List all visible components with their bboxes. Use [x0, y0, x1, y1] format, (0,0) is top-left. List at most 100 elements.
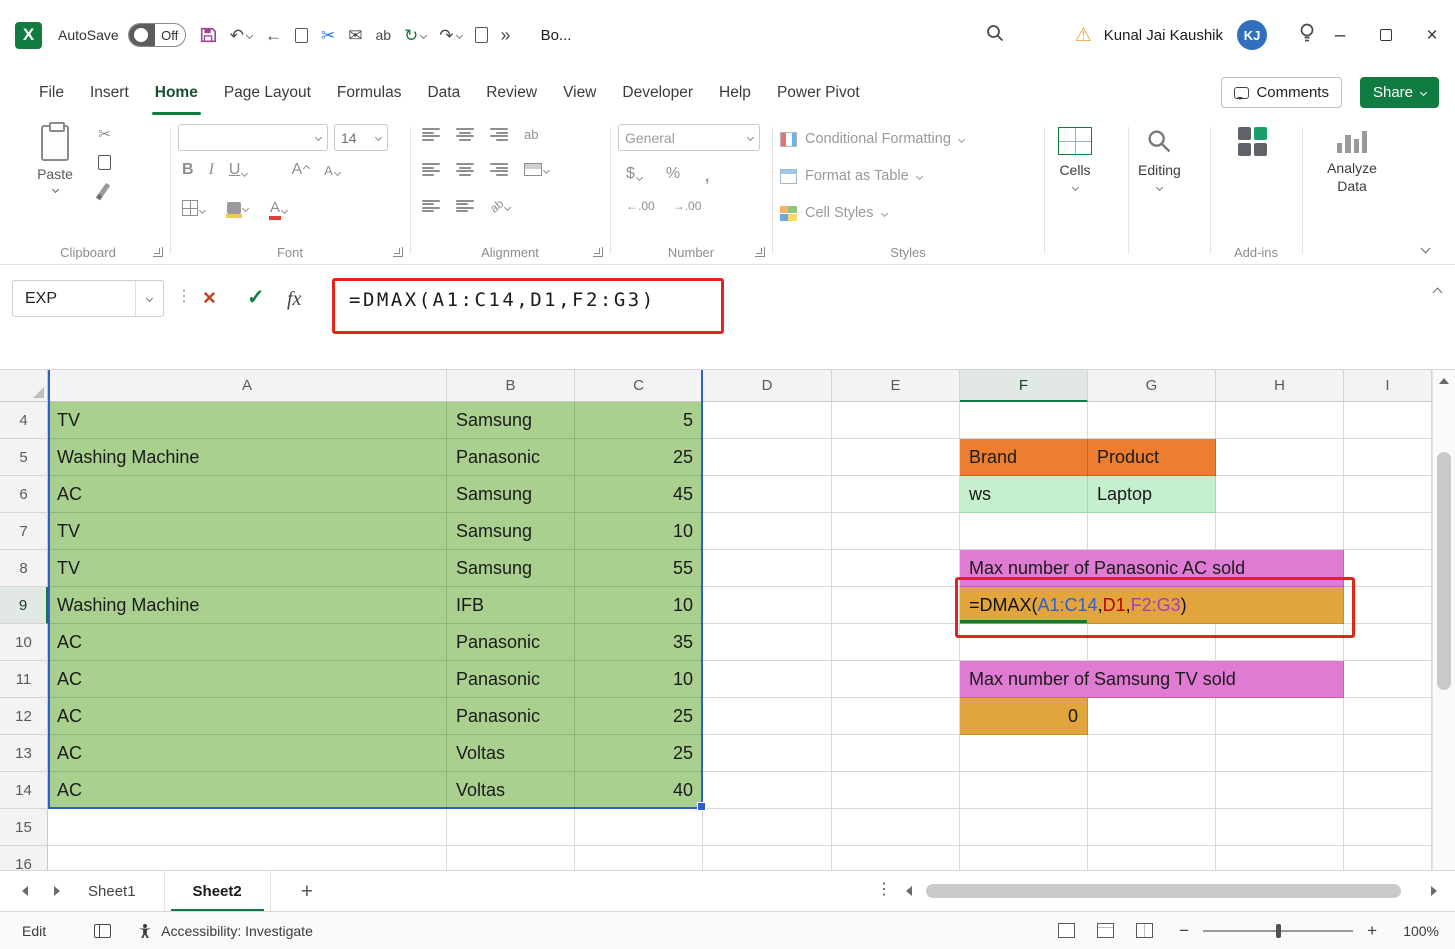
tab-power-pivot[interactable]: Power Pivot — [764, 70, 873, 115]
alignment-dialog-launcher-icon[interactable] — [593, 247, 603, 257]
cell-A11[interactable]: AC — [48, 661, 447, 698]
row-header-14[interactable]: 14 — [0, 772, 48, 809]
cell-I12[interactable] — [1344, 698, 1432, 735]
name-box-splitter-icon[interactable]: ⋮ — [176, 289, 192, 305]
sheet-tab-sheet2[interactable]: Sheet2 — [165, 871, 271, 912]
select-all-corner[interactable] — [0, 370, 48, 402]
row-header-6[interactable]: 6 — [0, 476, 48, 513]
tab-developer[interactable]: Developer — [609, 70, 706, 115]
tab-review[interactable]: Review — [473, 70, 550, 115]
cell-B11[interactable]: Panasonic — [447, 661, 575, 698]
cell-I10[interactable] — [1344, 624, 1432, 661]
cell-G4[interactable] — [1088, 402, 1216, 439]
cell-A9[interactable]: Washing Machine — [48, 587, 447, 624]
user-name[interactable]: Kunal Jai Kaushik — [1104, 27, 1223, 44]
cell-G10[interactable] — [1088, 624, 1216, 661]
cell-I7[interactable] — [1344, 513, 1432, 550]
increase-font-icon[interactable]: A — [291, 161, 309, 179]
decrease-decimal-icon[interactable]: →.00 — [673, 199, 702, 213]
cell-E7[interactable] — [832, 513, 960, 550]
fill-color-icon[interactable] — [227, 202, 248, 214]
font-size-combo[interactable]: 14 — [334, 124, 388, 151]
paste-button[interactable]: Paste — [26, 125, 84, 192]
zoom-out-icon[interactable]: − — [1179, 922, 1189, 939]
number-dialog-launcher-icon[interactable] — [755, 247, 765, 257]
cell-H12[interactable] — [1216, 698, 1344, 735]
cell-C4[interactable]: 5 — [575, 402, 703, 439]
horizontal-scrollbar[interactable] — [906, 881, 1437, 901]
macro-record-icon[interactable] — [94, 924, 111, 938]
cancel-entry-icon[interactable]: × — [203, 287, 216, 309]
cell-B5[interactable]: Panasonic — [447, 439, 575, 476]
new-document-icon[interactable] — [475, 27, 488, 43]
cell-D4[interactable] — [703, 402, 832, 439]
cell-B16[interactable] — [447, 846, 575, 870]
cell-F12[interactable]: 0 — [960, 698, 1088, 735]
cell-A5[interactable]: Washing Machine — [48, 439, 447, 476]
align-top-icon[interactable] — [422, 128, 440, 141]
name-box-chevron-icon[interactable] — [135, 281, 163, 316]
cell-F5[interactable]: Brand — [960, 439, 1088, 476]
analyze-data-button[interactable]: Analyze Data — [1318, 127, 1386, 195]
cell-A14[interactable]: AC — [48, 772, 447, 809]
cell-E12[interactable] — [832, 698, 960, 735]
increase-decimal-icon[interactable]: ←.00 — [626, 199, 655, 213]
horizontal-scroll-thumb[interactable] — [926, 884, 1401, 898]
collapse-formula-bar-icon[interactable] — [1433, 288, 1443, 298]
vertical-scrollbar[interactable] — [1432, 370, 1455, 870]
tab-view[interactable]: View — [550, 70, 609, 115]
format-painter-icon[interactable] — [99, 183, 111, 197]
cell-D6[interactable] — [703, 476, 832, 513]
cell-H13[interactable] — [1216, 735, 1344, 772]
cell-G15[interactable] — [1088, 809, 1216, 846]
insert-function-icon[interactable]: fx — [287, 289, 301, 309]
underline-button[interactable]: U — [229, 161, 248, 179]
align-center-icon[interactable] — [456, 163, 474, 176]
cell-F10[interactable] — [960, 624, 1088, 661]
zoom-slider[interactable] — [1203, 930, 1353, 932]
cell-A4[interactable]: TV — [48, 402, 447, 439]
cell-C6[interactable]: 45 — [575, 476, 703, 513]
cell-C12[interactable]: 25 — [575, 698, 703, 735]
cell-E11[interactable] — [832, 661, 960, 698]
cell-D12[interactable] — [703, 698, 832, 735]
minimize-button[interactable]: – — [1317, 0, 1363, 70]
find-replace-icon[interactable]: ab — [375, 28, 391, 42]
column-header-F[interactable]: F — [960, 370, 1088, 402]
scroll-up-icon[interactable] — [1439, 378, 1449, 384]
align-right-icon[interactable] — [490, 163, 508, 176]
cell-B6[interactable]: Samsung — [447, 476, 575, 513]
cell-H6[interactable] — [1216, 476, 1344, 513]
font-color-icon[interactable]: A — [270, 199, 287, 216]
mail-icon[interactable]: ✉ — [348, 27, 362, 44]
horizontal-scroll-track[interactable] — [920, 883, 1423, 899]
normal-view-icon[interactable] — [1058, 923, 1075, 938]
cell-D14[interactable] — [703, 772, 832, 809]
align-bottom-icon[interactable] — [490, 128, 508, 141]
lightbulb-icon[interactable] — [1297, 22, 1317, 49]
cell-B14[interactable]: Voltas — [447, 772, 575, 809]
cell-C7[interactable]: 10 — [575, 513, 703, 550]
page-layout-view-icon[interactable] — [1097, 923, 1114, 938]
cell-A12[interactable]: AC — [48, 698, 447, 735]
row-header-5[interactable]: 5 — [0, 439, 48, 476]
row-header-11[interactable]: 11 — [0, 661, 48, 698]
new-sheet-button[interactable]: + — [301, 881, 313, 902]
cell-C8[interactable]: 55 — [575, 550, 703, 587]
cell-D8[interactable] — [703, 550, 832, 587]
cell-E14[interactable] — [832, 772, 960, 809]
cell-D7[interactable] — [703, 513, 832, 550]
cell-C16[interactable] — [575, 846, 703, 870]
clipboard-dialog-launcher-icon[interactable] — [153, 247, 163, 257]
percent-style-icon[interactable]: % — [666, 165, 680, 183]
row-header-16[interactable]: 16 — [0, 846, 48, 870]
cell-E10[interactable] — [832, 624, 960, 661]
font-dialog-launcher-icon[interactable] — [393, 247, 403, 257]
prev-sheet-icon[interactable] — [22, 886, 28, 896]
cell-I4[interactable] — [1344, 402, 1432, 439]
cell-D16[interactable] — [703, 846, 832, 870]
row-header-4[interactable]: 4 — [0, 402, 48, 439]
editing-button[interactable]: Editing — [1138, 127, 1181, 190]
refresh-icon[interactable]: ↻ — [404, 27, 426, 44]
cell-I15[interactable] — [1344, 809, 1432, 846]
